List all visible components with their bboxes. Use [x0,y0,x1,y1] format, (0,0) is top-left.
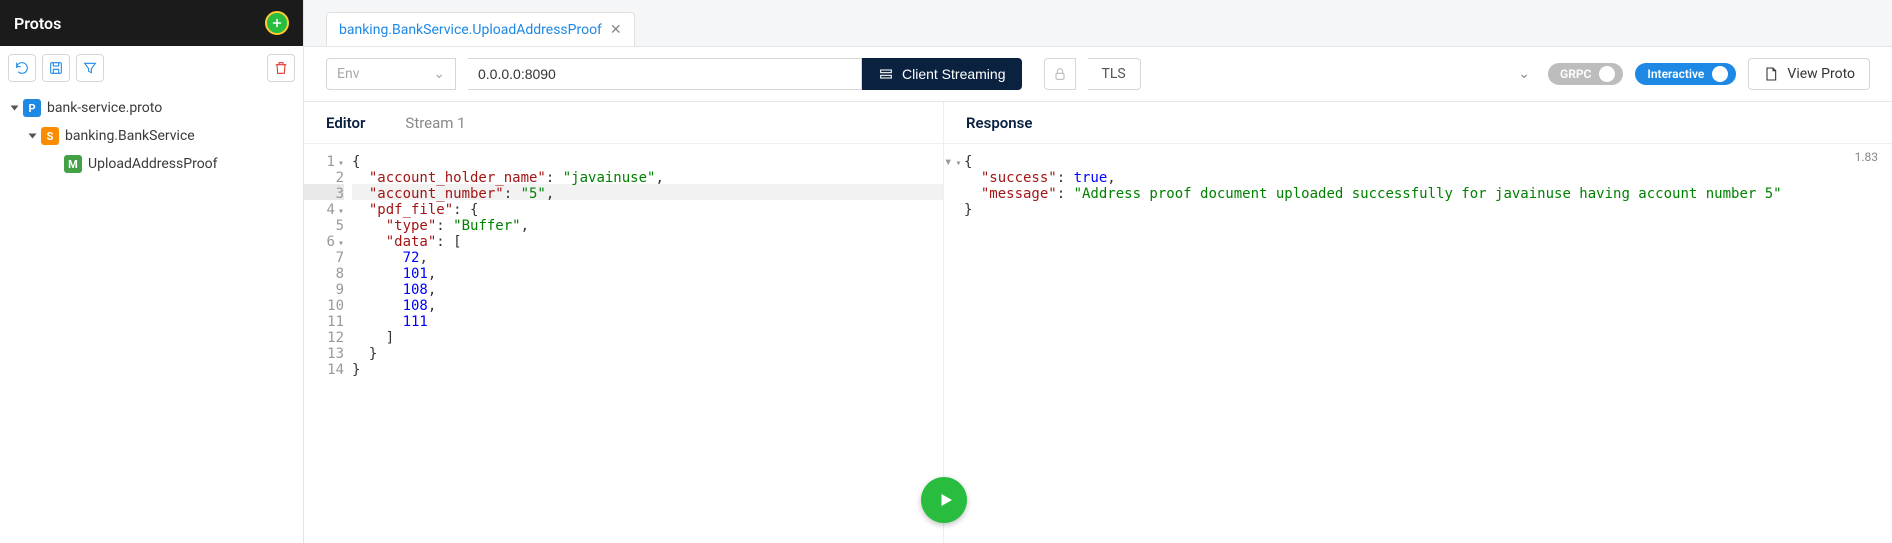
tree-proto-label: bank-service.proto [47,100,162,116]
tree-method[interactable]: M UploadAddressProof [8,150,295,178]
main: banking.BankService.UploadAddressProof ✕… [304,0,1892,543]
streaming-icon [878,66,894,82]
proto-badge-icon: P [23,99,41,117]
env-select[interactable]: Env ⌄ [326,58,456,90]
trash-icon [273,60,289,76]
grpc-toggle[interactable]: GRPC [1548,63,1623,85]
refresh-icon [14,60,30,76]
service-badge-icon: S [41,127,59,145]
toggle-knob-icon [1712,66,1728,82]
tab-method[interactable]: banking.BankService.UploadAddressProof ✕ [326,12,635,46]
send-request-button[interactable] [921,477,967,523]
tab-label: banking.BankService.UploadAddressProof [339,22,602,38]
view-proto-button[interactable]: View Proto [1748,58,1870,90]
env-placeholder: Env [337,66,359,82]
add-proto-button[interactable] [265,11,289,35]
tab-strip: banking.BankService.UploadAddressProof ✕ [304,0,1892,46]
response-viewer: ▾ { "success": true, "message": "Address… [944,144,1892,543]
editor-pane: Editor Stream 1 1234567891011121314 { "a… [304,102,944,543]
address-input[interactable] [468,58,862,90]
sidebar-toolbar [0,46,303,90]
file-icon [1763,66,1779,82]
play-icon [937,491,955,509]
sidebar-header: Protos [0,0,303,46]
tree-proto-file[interactable]: P bank-service.proto [8,94,295,122]
response-title: Response [966,114,1032,132]
tls-label: TLS [1102,66,1126,82]
interactive-toggle[interactable]: Interactive [1635,63,1736,85]
lock-icon [1052,66,1068,82]
proto-tree: P bank-service.proto S banking.BankServi… [0,90,303,182]
save-button[interactable] [42,54,70,82]
method-type-button[interactable]: Client Streaming [862,58,1022,90]
action-bar: Env ⌄ Client Streaming TLS ⌄ GRPC Intera… [304,46,1892,102]
response-code: { "success": true, "message": "Address p… [964,152,1892,543]
response-header: Response [944,102,1892,144]
save-icon [48,60,64,76]
tab-close-button[interactable]: ✕ [610,22,622,38]
editor-tabs: Editor Stream 1 [304,102,943,144]
sidebar: Protos P bank-service.proto S banking.Ba… [0,0,304,543]
interactive-label: Interactive [1647,67,1704,81]
response-pane: Response 1.83 ▾ { "success": true, "mess… [944,102,1892,543]
grpc-label: GRPC [1560,67,1591,81]
chevron-down-icon: ⌄ [433,66,445,82]
tree-method-label: UploadAddressProof [88,156,218,172]
method-badge-icon: M [64,155,82,173]
caret-icon [29,134,37,139]
method-type-label: Client Streaming [902,66,1006,82]
editor-gutter: 1234567891011121314 [304,152,352,543]
tls-lock [1044,58,1076,90]
filter-icon [82,60,98,76]
plus-icon [271,17,283,29]
panes: Editor Stream 1 1234567891011121314 { "a… [304,102,1892,543]
view-proto-label: View Proto [1787,66,1855,82]
tree-service[interactable]: S banking.BankService [8,122,295,150]
response-timing: 1.83 [1855,150,1878,164]
tls-button[interactable]: TLS [1088,58,1141,90]
options-caret[interactable]: ⌄ [1512,66,1536,82]
delete-button[interactable] [267,54,295,82]
stream-tab[interactable]: Stream 1 [405,114,465,132]
request-editor[interactable]: 1234567891011121314 { "account_holder_na… [304,144,943,543]
filter-button[interactable] [76,54,104,82]
sidebar-title: Protos [14,14,61,33]
caret-icon [11,106,19,111]
tree-service-label: banking.BankService [65,128,195,144]
editor-code[interactable]: { "account_holder_name": "javainuse", "a… [352,152,943,543]
editor-tab[interactable]: Editor [326,114,365,132]
toggle-knob-icon [1599,66,1615,82]
refresh-button[interactable] [8,54,36,82]
